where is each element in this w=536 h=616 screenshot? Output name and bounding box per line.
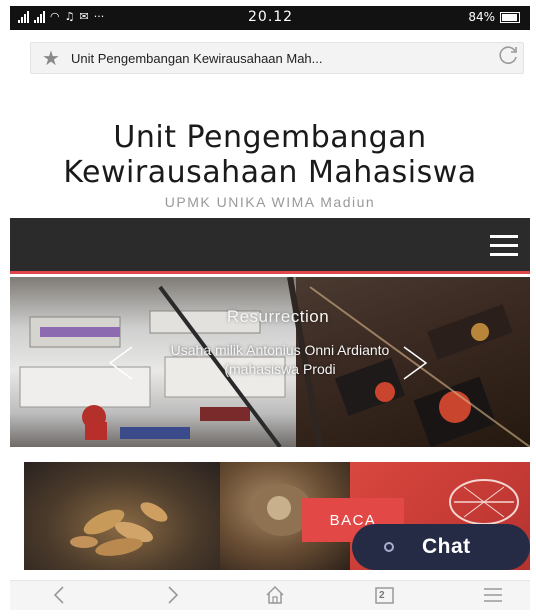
- battery-icon: [500, 11, 520, 23]
- slide-title: Resurrection: [226, 307, 330, 326]
- site-subtitle: UPMK UNIKA WIMA Madiun: [164, 194, 376, 210]
- forward-icon[interactable]: [158, 584, 188, 610]
- mail-icon: ✉: [79, 10, 89, 23]
- status-bar: ◠ ♫ ✉ ··· 20.12 84%: [10, 6, 530, 30]
- signal-icon: [34, 10, 45, 23]
- overflow-menu-icon[interactable]: [478, 584, 508, 610]
- battery-status: 84%: [468, 10, 520, 24]
- site-navbar: [10, 218, 530, 274]
- browser-screen: ◠ ♫ ✉ ··· 20.12 84% ★ Unit Pengembangan …: [10, 6, 530, 610]
- signal-icon: [18, 10, 29, 23]
- image-slider[interactable]: Resurrection Usaha milik Antonius Onni A…: [10, 277, 530, 447]
- tabs-icon[interactable]: 2: [370, 584, 400, 610]
- url-text[interactable]: Unit Pengembangan Kewirausahaan Mah...: [65, 51, 493, 66]
- chat-button[interactable]: Chat: [352, 524, 530, 570]
- browser-toolbar: 2: [10, 580, 530, 610]
- status-icons: ◠ ♫ ✉ ···: [18, 10, 104, 23]
- more-icon: ···: [93, 10, 105, 23]
- home-icon[interactable]: [260, 584, 290, 610]
- menu-icon[interactable]: [490, 235, 518, 257]
- chevron-left-icon[interactable]: [102, 343, 142, 383]
- star-icon[interactable]: ★: [37, 46, 65, 71]
- back-icon[interactable]: [44, 584, 74, 610]
- tabs-count: 2: [379, 590, 385, 601]
- site-title: Unit Pengembangan Kewirausahaan Mahasisw…: [63, 120, 477, 190]
- chevron-right-icon[interactable]: [394, 343, 434, 383]
- address-bar[interactable]: ★ Unit Pengembangan Kewirausahaan Mah...: [30, 42, 524, 74]
- chat-icon: [384, 542, 394, 552]
- wifi-icon: ◠: [50, 10, 60, 23]
- chat-label: Chat: [422, 535, 471, 558]
- slide-caption: Usaha milik Antonius Onni Ardianto (maha…: [170, 342, 390, 377]
- status-time: 20.12: [248, 9, 294, 25]
- reload-icon[interactable]: [493, 44, 523, 72]
- music-icon: ♫: [64, 10, 75, 23]
- battery-percent: 84%: [468, 10, 495, 24]
